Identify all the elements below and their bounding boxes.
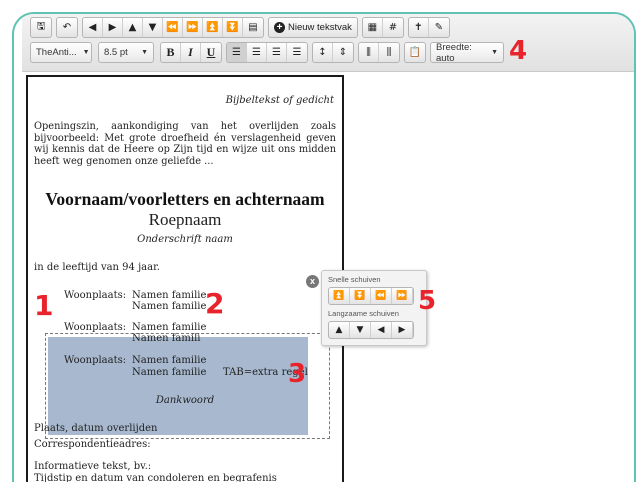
font-family-select[interactable]: TheAnti... ▼ (30, 42, 92, 63)
fast-move-label: Snelle schuiven (328, 275, 381, 284)
close-icon[interactable]: x (306, 275, 319, 288)
arrow-left-icon[interactable]: ◀ (83, 18, 103, 37)
annotation-number-5: 5 (418, 286, 437, 316)
annotation-number-3: 3 (288, 359, 307, 389)
arrow-right-icon[interactable]: ▶ (103, 18, 123, 37)
move-top-icon[interactable]: ⏫ (329, 288, 350, 304)
residence-label: Woonplaats: (64, 355, 127, 366)
chevron-down-icon: ▼ (82, 49, 90, 56)
annotation-number-1: 1 (34, 289, 54, 322)
editor-toolbar: 🖫 ↶ ◀ ▶ ▲ ▼ ⏪ ⏩ ⏫ ⏬ ▤ + Nieuw tekstvak ▦… (22, 14, 634, 72)
font-family-value: TheAnti... (36, 47, 77, 58)
spacing-group: ↕ ⇕ (312, 42, 354, 63)
bible-text: Bijbeltekst of gedicht (225, 95, 334, 106)
symbol-group: ✝ ✎ (407, 17, 450, 38)
residence-family: Namen familie (132, 322, 207, 333)
roepnaam: Roepnaam (148, 210, 222, 229)
move-bottom-icon[interactable]: ⏬ (350, 288, 371, 304)
width-select[interactable]: Breedte: auto ▼ (430, 41, 504, 64)
place-date: Plaats, datum overlijden (34, 423, 158, 434)
annotation-number-4: 4 (509, 36, 528, 66)
align-center-icon[interactable]: ☰ (247, 43, 267, 62)
name-heading: Voornaam/voorletters en achternaam (45, 189, 325, 209)
align-group: ☰ ☰ ☰ ☰ (226, 42, 308, 63)
move-top-icon[interactable]: ⏫ (203, 18, 223, 37)
subscript-name: Onderschrift naam (137, 234, 233, 245)
arrow-right-icon[interactable]: ▶ (392, 322, 413, 338)
arrow-down-icon[interactable]: ▼ (350, 322, 371, 338)
fast-right-icon[interactable]: ⏩ (183, 18, 203, 37)
residence-family: Namen familie (132, 355, 207, 366)
correspondence-address: Correspondentieadres: (34, 439, 151, 450)
save-icon[interactable]: 🖫 (31, 18, 51, 37)
font-size-select[interactable]: 8.5 pt ▼ (98, 42, 154, 63)
font-size-value: 8.5 pt (104, 47, 128, 58)
residence-family: Namen familie (132, 301, 207, 312)
residence-family: Namen famili (132, 333, 201, 344)
column-left-icon[interactable]: ⫼ (359, 43, 379, 62)
move-popup: Snelle schuiven ⏫ ⏬ ⏪ ⏩ Langzaame schuiv… (321, 270, 427, 346)
fast-move-group: ⏫ ⏬ ⏪ ⏩ (328, 287, 414, 305)
file-group: 🖫 (30, 17, 52, 38)
selection-highlight (48, 337, 308, 435)
plus-icon: + (274, 22, 285, 33)
line-spacing-icon[interactable]: ↕ (313, 43, 333, 62)
align-right-icon[interactable]: ☰ (267, 43, 287, 62)
age-text: in de leeftijd van 94 jaar. (34, 262, 160, 273)
arrow-up-icon[interactable]: ▲ (329, 322, 350, 338)
fast-left-icon[interactable]: ⏪ (163, 18, 183, 37)
new-textbox-group: + Nieuw tekstvak (268, 17, 358, 38)
grid-group: ▦ # (361, 17, 404, 38)
move-bottom-icon[interactable]: ⏬ (223, 18, 243, 37)
residence-family: Namen familie (132, 290, 207, 301)
grid-icon[interactable]: ▦ (363, 18, 383, 37)
text-style-group: B I U (160, 42, 222, 63)
document-page: Bijbeltekst of gedicht Openingszin, aank… (26, 75, 344, 482)
paste-icon[interactable]: 📋 (405, 43, 425, 62)
hash-icon[interactable]: # (383, 18, 403, 37)
wand-icon[interactable]: ✎ (429, 18, 449, 37)
annotation-number-2: 2 (205, 287, 225, 320)
align-justify-icon[interactable]: ☰ (287, 43, 307, 62)
arrow-up-icon[interactable]: ▲ (123, 18, 143, 37)
chevron-down-icon: ▼ (141, 49, 148, 56)
bold-button[interactable]: B (161, 43, 181, 62)
fast-left-icon[interactable]: ⏪ (371, 288, 392, 304)
info-text: Informatieve tekst, bv.: (34, 461, 152, 472)
residence-family: Namen familie (132, 367, 207, 378)
opening-paragraph: Openingszin, aankondiging van het overli… (34, 121, 336, 167)
arrow-left-icon[interactable]: ◀ (371, 322, 392, 338)
new-textbox-label: Nieuw tekstvak (288, 22, 352, 33)
screenshot-frame: 🖫 ↶ ◀ ▶ ▲ ▼ ⏪ ⏩ ⏫ ⏬ ▤ + Nieuw tekstvak ▦… (12, 12, 636, 482)
undo-group: ↶ (56, 17, 78, 38)
paste-group: 📋 (404, 42, 426, 63)
move-group: ◀ ▶ ▲ ▼ ⏪ ⏩ ⏫ ⏬ ▤ (82, 17, 264, 38)
arrow-down-icon[interactable]: ▼ (143, 18, 163, 37)
condolence-text: Tijdstip en datum van condoleren en begr… (34, 473, 277, 482)
undo-icon[interactable]: ↶ (57, 18, 77, 37)
fast-right-icon[interactable]: ⏩ (392, 288, 413, 304)
italic-button[interactable]: I (181, 43, 201, 62)
slow-move-group: ▲ ▼ ◀ ▶ (328, 321, 414, 339)
chevron-down-icon: ▼ (491, 49, 498, 56)
new-textbox-button[interactable]: + Nieuw tekstvak (269, 18, 357, 37)
width-value: Breedte: auto (436, 41, 472, 64)
residence-label: Woonplaats: (64, 290, 127, 301)
layout-icon[interactable]: ▤ (243, 18, 263, 37)
paragraph-spacing-icon[interactable]: ⇕ (333, 43, 353, 62)
residence-label: Woonplaats: (64, 322, 127, 333)
underline-button[interactable]: U (201, 43, 221, 62)
column-group: ⫼ ⫼ (358, 42, 400, 63)
column-right-icon[interactable]: ⫼ (379, 43, 399, 62)
cross-icon[interactable]: ✝ (409, 18, 429, 37)
thanks-text: Dankwoord (155, 395, 215, 406)
align-left-icon[interactable]: ☰ (227, 43, 247, 62)
slow-move-label: Langzaame schuiven (328, 309, 399, 318)
toolbar-row-2: TheAnti... ▼ 8.5 pt ▼ B I U ☰ ☰ ☰ ☰ ↕ ⇕ (30, 41, 510, 64)
toolbar-row-1: 🖫 ↶ ◀ ▶ ▲ ▼ ⏪ ⏩ ⏫ ⏬ ▤ + Nieuw tekstvak ▦… (30, 17, 454, 38)
